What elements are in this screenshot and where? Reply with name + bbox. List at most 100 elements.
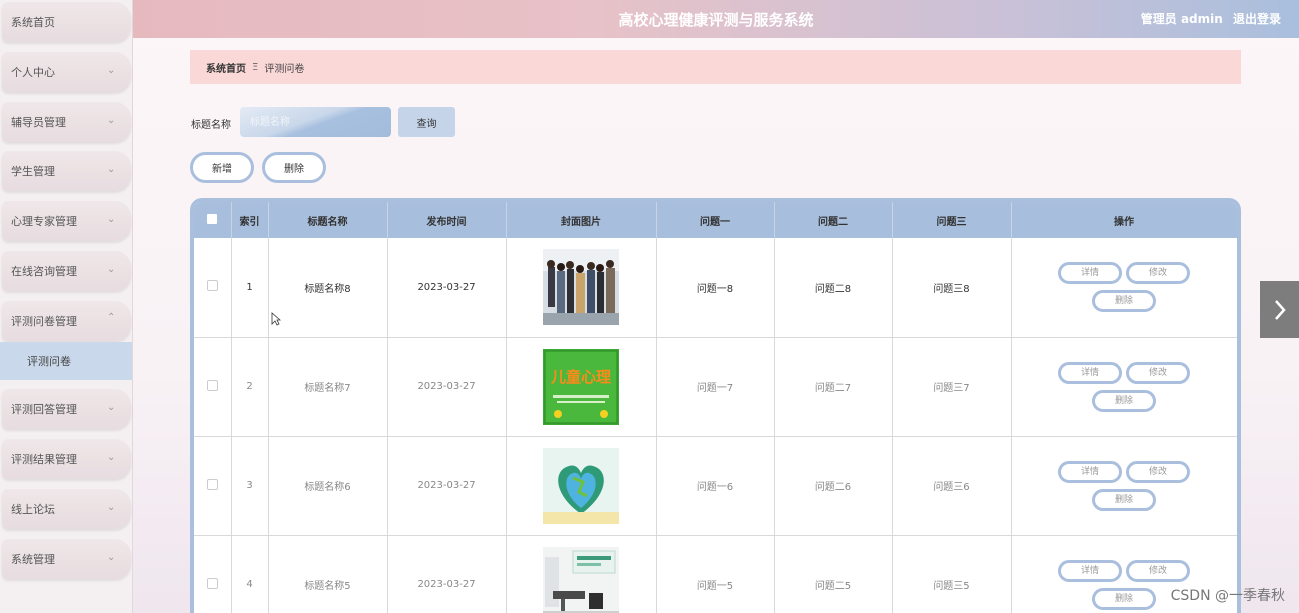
menu-item-results[interactable]: 评测结果管理 ⌄ [2, 439, 131, 479]
query-button[interactable]: 查询 [398, 107, 455, 137]
row-delete-button[interactable]: 删除 [1092, 389, 1156, 412]
svg-text:儿童心理: 儿童心理 [550, 368, 611, 386]
menu-item-questionnaire[interactable]: 评测问卷管理 ⌃ [2, 301, 131, 341]
menu-label: 线上论坛 [11, 503, 55, 516]
menu-item-system[interactable]: 系统管理 ⌄ [2, 539, 131, 579]
next-arrow-button[interactable] [1260, 281, 1299, 338]
cell-q2: 问题二8 [774, 238, 893, 338]
submenu-item-questionnaire[interactable]: 评测问卷 [0, 342, 132, 380]
edit-button[interactable]: 修改 [1126, 460, 1190, 483]
menu-label: 系统管理 [11, 553, 55, 566]
cover-image-green-poster: 儿童心理 [543, 348, 619, 425]
menu-label: 评测回答管理 [11, 403, 77, 416]
cell-title: 标题名称6 [268, 436, 388, 536]
chevron-up-icon: ⌃ [107, 312, 116, 323]
detail-button[interactable]: 详情 [1058, 262, 1122, 285]
user-name: 管理员 admin [1140, 12, 1223, 26]
menu-label: 评测问卷管理 [11, 315, 77, 328]
sidebar: 系统首页 个人中心 ⌄ 辅导员管理 ⌄ 学生管理 ⌄ 心理专家管理 ⌄ 在线咨询管理 ⌄ … [0, 0, 133, 613]
cell-index: 3 [231, 436, 269, 536]
menu-label: 辅导员管理 [11, 116, 66, 129]
select-all-checkbox[interactable] [207, 213, 218, 224]
menu-item-home[interactable]: 系统首页 [2, 2, 131, 42]
edit-button[interactable]: 修改 [1126, 559, 1190, 582]
column-header: 问题二 [774, 202, 893, 238]
cell-date: 2023-03-27 [387, 535, 507, 613]
row-delete-button[interactable]: 删除 [1092, 488, 1156, 511]
menu-label: 心理专家管理 [11, 215, 77, 228]
menu-label: 个人中心 [11, 66, 55, 79]
row-checkbox-cell [194, 238, 232, 338]
questionnaire-table: 索引 标题名称 发布时间 封面图片 问题一 问题二 问题三 操作 1 标题名称8… [190, 198, 1241, 613]
title-search-input[interactable] [240, 107, 391, 137]
row-checkbox[interactable] [206, 379, 218, 391]
detail-button[interactable]: 详情 [1058, 361, 1122, 384]
top-header: 高校心理健康评测与服务系统 管理员 admin 退出登录 [133, 0, 1299, 38]
header-user-area: 管理员 admin 退出登录 [1135, 10, 1281, 27]
select-all-header[interactable] [194, 202, 232, 238]
detail-button[interactable]: 详情 [1058, 460, 1122, 483]
edit-button[interactable]: 修改 [1126, 262, 1190, 285]
table-header-row: 索引 标题名称 发布时间 封面图片 问题一 问题二 问题三 操作 [194, 202, 1237, 238]
menu-label: 在线咨询管理 [11, 265, 77, 278]
cell-q3: 问题三8 [892, 238, 1012, 338]
cover-image-office-room [543, 546, 619, 613]
menu-item-consult[interactable]: 在线咨询管理 ⌄ [2, 251, 131, 291]
cell-q1: 问题一8 [656, 238, 775, 338]
chevron-down-icon: ⌄ [107, 164, 116, 175]
column-header: 标题名称 [268, 202, 388, 238]
row-checkbox[interactable] [206, 577, 218, 589]
cell-date: 2023-03-27 [387, 337, 507, 437]
search-label: 标题名称 [191, 120, 231, 131]
cell-actions: 详情 修改 删除 [1011, 337, 1237, 437]
menu-item-answers[interactable]: 评测回答管理 ⌄ [2, 389, 131, 429]
table-row: 1 标题名称8 2023-03-27 问题一8 问题二8 问题三8 详情 修改 … [194, 238, 1237, 338]
cell-index: 1 [231, 238, 269, 338]
cell-cover [506, 238, 657, 338]
cell-q3: 问题三7 [892, 337, 1012, 437]
app-title: 高校心理健康评测与服务系统 [618, 11, 814, 29]
row-checkbox-cell [194, 337, 232, 437]
cell-title: 标题名称8 [268, 238, 388, 338]
chevron-down-icon: ⌄ [107, 264, 116, 275]
column-header: 操作 [1011, 202, 1237, 238]
row-checkbox[interactable] [206, 478, 218, 490]
chevron-down-icon: ⌄ [107, 65, 116, 76]
cover-image-heart-globe [543, 447, 619, 524]
menu-item-counselor[interactable]: 辅导员管理 ⌄ [2, 102, 131, 142]
column-header: 发布时间 [387, 202, 507, 238]
menu-label: 系统首页 [11, 16, 55, 29]
cover-image-crowd [543, 249, 619, 326]
logout-link[interactable]: 退出登录 [1233, 12, 1281, 26]
chevron-right-icon [1274, 299, 1286, 320]
breadcrumb: 系统首页 Ξ 评测问卷 [190, 50, 1241, 84]
breadcrumb-separator: Ξ [252, 61, 259, 73]
menu-item-personal[interactable]: 个人中心 ⌄ [2, 52, 131, 92]
detail-button[interactable]: 详情 [1058, 559, 1122, 582]
table-row: 3 标题名称6 2023-03-27 问题一6 问题二6 问题三6 详情 修改 … [194, 436, 1237, 536]
cell-cover [506, 436, 657, 536]
delete-button[interactable]: 删除 [262, 152, 326, 183]
add-button[interactable]: 新增 [190, 152, 254, 183]
menu-label: 评测结果管理 [11, 453, 77, 466]
row-delete-button[interactable]: 删除 [1092, 290, 1156, 313]
submenu-label: 评测问卷 [27, 355, 71, 368]
edit-button[interactable]: 修改 [1126, 361, 1190, 384]
breadcrumb-home[interactable]: 系统首页 [206, 60, 246, 75]
cell-q2: 问题二7 [774, 337, 893, 437]
menu-item-expert[interactable]: 心理专家管理 ⌄ [2, 201, 131, 241]
column-header: 封面图片 [506, 202, 657, 238]
row-checkbox[interactable] [206, 280, 218, 292]
breadcrumb-current: 评测问卷 [264, 63, 305, 75]
row-delete-button[interactable]: 删除 [1092, 587, 1156, 610]
cell-q2: 问题二5 [774, 535, 893, 613]
chevron-down-icon: ⌄ [107, 115, 116, 126]
menu-item-student[interactable]: 学生管理 ⌄ [2, 151, 131, 191]
cell-q1: 问题一7 [656, 337, 775, 437]
menu-item-forum[interactable]: 线上论坛 ⌄ [2, 489, 131, 529]
cell-date: 2023-03-27 [387, 436, 507, 536]
chevron-down-icon: ⌄ [107, 552, 116, 563]
column-header: 索引 [231, 202, 269, 238]
table-row: 2 标题名称7 2023-03-27 儿童心理 问题一7 问题二7 问题三7 详… [194, 337, 1237, 437]
cell-cover [506, 535, 657, 613]
